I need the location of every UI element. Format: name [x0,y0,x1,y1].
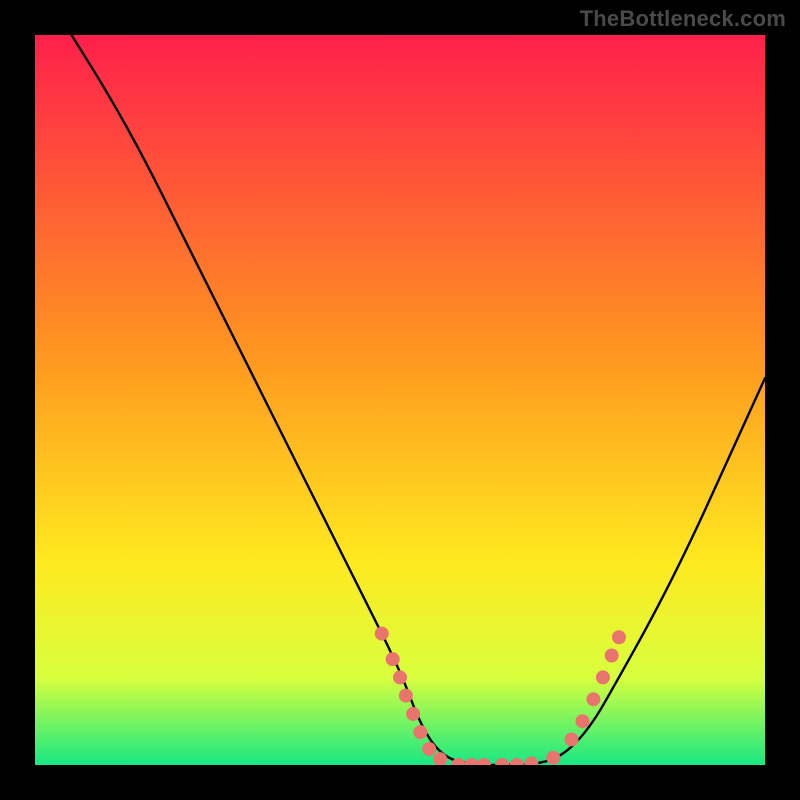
plot-background [35,35,765,765]
marker-point [546,751,560,765]
chart-frame: TheBottleneck.com [0,0,800,800]
marker-point [399,689,413,703]
marker-point [586,692,600,706]
marker-point [375,627,389,641]
marker-point [406,707,420,721]
marker-point [596,670,610,684]
marker-point [393,670,407,684]
marker-point [422,742,436,756]
watermark-text: TheBottleneck.com [580,6,786,32]
marker-point [576,714,590,728]
marker-point [565,732,579,746]
marker-point [433,752,447,766]
marker-point [386,652,400,666]
marker-point [605,649,619,663]
bottleneck-chart [0,0,800,800]
marker-point [612,630,626,644]
marker-point [413,725,427,739]
